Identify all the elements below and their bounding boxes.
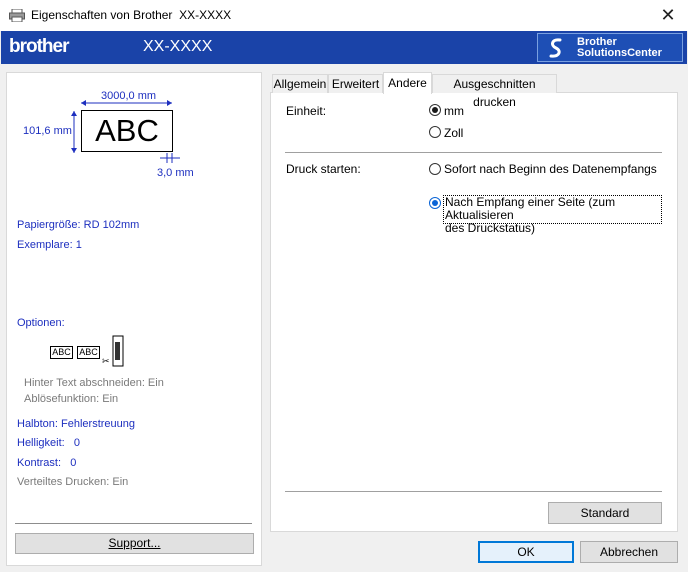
paper-size-info: Papiergröße: RD 102mm — [17, 219, 140, 231]
section-divider — [285, 152, 662, 153]
distributed-printing-info: Verteiltes Drucken: Ein — [17, 476, 129, 488]
print-start-label: Druck starten: — [286, 162, 361, 176]
tab-andere[interactable]: Andere — [383, 72, 432, 94]
unit-mm-label[interactable]: mm — [444, 104, 464, 118]
cut-after-text-info: Hinter Text abschneiden: Ein — [24, 377, 164, 389]
brightness-info: Helligkeit: 0 — [17, 437, 80, 449]
copies-info: Exemplare: 1 — [17, 239, 82, 251]
halftone-info: Halbton: Fehlerstreuung — [17, 418, 136, 430]
cancel-button[interactable]: Abbrechen — [580, 541, 678, 563]
cancel-button-label: Abbrechen — [599, 545, 659, 559]
print-start-after-page-line2: des Druckstatus) — [445, 221, 536, 235]
print-start-immediate-label[interactable]: Sofort nach Beginn des Datenempfangs — [444, 162, 657, 176]
solutions-center-icon — [549, 38, 562, 58]
contrast-info: Kontrast: 0 — [17, 457, 77, 469]
bottom-divider — [285, 491, 662, 492]
support-button-label: Support... — [108, 536, 161, 550]
preview-height-label: 101,6 mm — [23, 125, 72, 137]
svg-text:✂: ✂ — [102, 357, 110, 367]
brother-logo: brother — [9, 36, 69, 57]
unit-mm-radio[interactable] — [429, 104, 441, 116]
printer-icon — [9, 9, 25, 22]
close-icon: ✕ — [660, 5, 676, 25]
ok-button[interactable]: OK — [478, 541, 574, 563]
label-preview: ABC — [81, 110, 173, 152]
tab-erweitert[interactable]: Erweitert — [328, 74, 383, 93]
preview-width-label: 3000,0 mm — [101, 90, 157, 102]
ok-button-label: OK — [517, 545, 535, 559]
print-start-after-page-radio[interactable] — [429, 197, 441, 209]
left-divider — [15, 523, 252, 524]
window-title: Eigenschaften von Brother XX-XXXX — [31, 8, 231, 22]
print-start-immediate-radio[interactable] — [429, 163, 441, 175]
options-label: Optionen: — [17, 317, 65, 329]
tab-ausgeschnitten-drucken[interactable]: Ausgeschnitten drucken — [432, 74, 557, 109]
unit-zoll-label[interactable]: Zoll — [444, 126, 463, 140]
standard-button-label: Standard — [580, 506, 630, 520]
preview-margin-label: 3,0 mm — [157, 167, 194, 179]
unit-label: Einheit: — [286, 104, 327, 118]
header-model: XX-XXXX — [143, 38, 213, 55]
print-start-after-page-label[interactable]: Nach Empfang einer Seite (zum Aktualisie… — [443, 195, 662, 235]
peel-function-info: Ablösefunktion: Ein — [24, 393, 119, 405]
close-button[interactable]: ✕ — [652, 4, 684, 28]
window-title-model: XX-XXXX — [179, 8, 232, 22]
unit-zoll-radio[interactable] — [429, 126, 441, 138]
solutions-center-label: Brother SolutionsCenter — [577, 37, 662, 59]
tab-allgemein[interactable]: Allgemein — [272, 74, 328, 93]
cut-option-icon: ✂ — [102, 335, 124, 367]
option-label-sample-2: ABC — [77, 346, 100, 359]
option-label-sample-1: ABC — [50, 346, 73, 359]
support-button[interactable]: Support... — [15, 533, 254, 554]
solutions-line-2: SolutionsCenter — [577, 47, 662, 59]
tab-panel-andere — [270, 92, 678, 532]
print-start-after-page-line1: Nach Empfang einer Seite (zum Aktualisie… — [445, 195, 616, 222]
standard-button[interactable]: Standard — [548, 502, 662, 524]
window-title-prefix: Eigenschaften von Brother — [31, 8, 173, 22]
